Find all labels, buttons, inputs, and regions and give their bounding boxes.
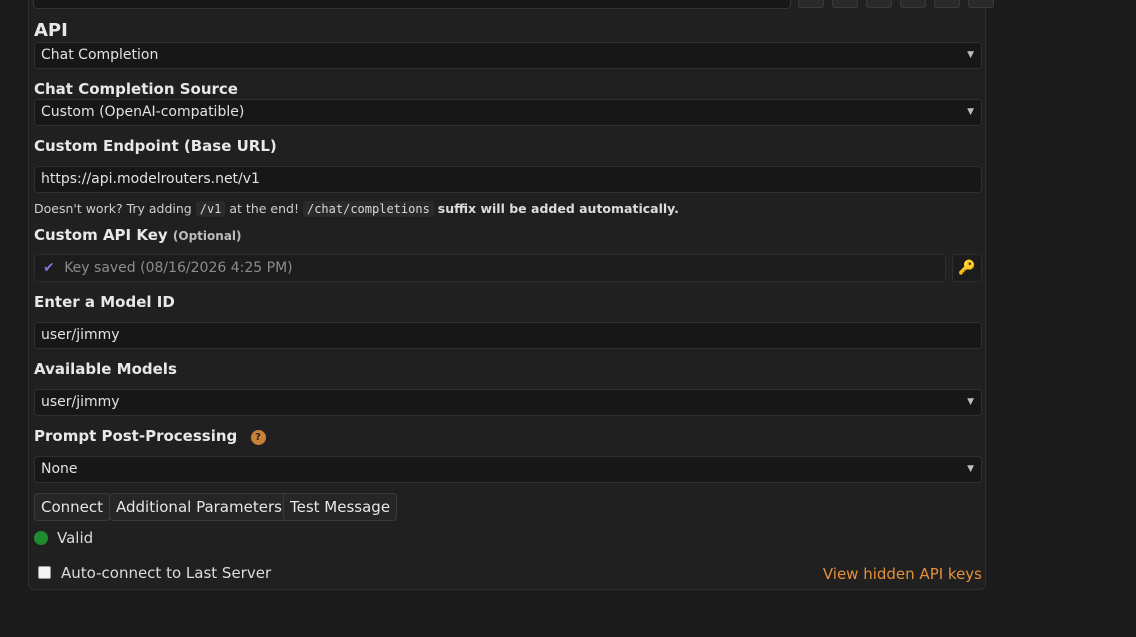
- hint-text: at the end!: [229, 201, 299, 216]
- test-message-button[interactable]: Test Message: [283, 493, 398, 521]
- endpoint-input[interactable]: https://api.modelrouters.net/v1: [34, 166, 982, 193]
- optional-tag: (Optional): [172, 229, 242, 243]
- edit-icon[interactable]: [900, 0, 926, 8]
- endpoint-label: Custom Endpoint (Base URL): [34, 137, 277, 155]
- chevron-down-icon: ▼: [967, 107, 974, 117]
- api-select-value: Chat Completion: [41, 47, 159, 63]
- save-icon[interactable]: [866, 0, 892, 8]
- model-id-value: user/jimmy: [41, 327, 120, 343]
- chevron-down-icon: ▼: [967, 50, 974, 60]
- hint-text: suffix will be added automatically.: [437, 201, 679, 216]
- additional-parameters-button[interactable]: Additional Parameters: [109, 493, 289, 521]
- hint-code-completions: /chat/completions: [302, 201, 434, 217]
- status-text: Valid: [57, 529, 94, 547]
- source-label: Chat Completion Source: [34, 80, 238, 98]
- source-select-value: Custom (OpenAI-compatible): [41, 104, 245, 120]
- profile-select[interactable]: [33, 0, 791, 9]
- auto-connect-checkbox[interactable]: [38, 566, 51, 579]
- delete-icon[interactable]: [968, 0, 994, 8]
- source-select[interactable]: Custom (OpenAI-compatible) ▼: [34, 99, 982, 126]
- api-key-label: Custom API Key (Optional): [34, 226, 242, 244]
- available-models-label: Available Models: [34, 360, 177, 378]
- chevron-down-icon: ▼: [967, 397, 974, 407]
- help-icon[interactable]: ?: [250, 430, 266, 445]
- available-models-value: user/jimmy: [41, 394, 120, 410]
- hint-code-v1: /v1: [195, 201, 226, 217]
- copy-icon[interactable]: [832, 0, 858, 8]
- key-icon[interactable]: 🔑: [952, 254, 982, 282]
- reload-icon[interactable]: [798, 0, 824, 8]
- post-processing-select[interactable]: None ▼: [34, 456, 982, 483]
- api-select[interactable]: Chat Completion ▼: [34, 42, 982, 69]
- endpoint-input-value: https://api.modelrouters.net/v1: [41, 171, 260, 187]
- api-label: API: [34, 20, 68, 41]
- post-processing-value: None: [41, 461, 78, 477]
- post-processing-label: Prompt Post-Processing ?: [34, 427, 266, 445]
- profile-toolbar: [798, 0, 994, 8]
- check-icon: ✔: [43, 260, 55, 276]
- api-key-placeholder: Key saved (08/16/2026 4:25 PM): [64, 260, 293, 276]
- endpoint-hint: Doesn't work? Try adding /v1 at the end!…: [34, 201, 679, 217]
- status-indicator: [34, 531, 48, 545]
- api-key-input[interactable]: ✔ Key saved (08/16/2026 4:25 PM): [34, 254, 946, 282]
- auto-connect-label[interactable]: Auto-connect to Last Server: [61, 564, 271, 582]
- chevron-down-icon: ▼: [967, 464, 974, 474]
- model-id-label: Enter a Model ID: [34, 293, 175, 311]
- post-processing-label-text: Prompt Post-Processing: [34, 427, 238, 445]
- view-hidden-keys-link[interactable]: View hidden API keys: [823, 565, 982, 583]
- add-icon[interactable]: [934, 0, 960, 8]
- connect-button[interactable]: Connect: [34, 493, 111, 521]
- available-models-select[interactable]: user/jimmy ▼: [34, 389, 982, 416]
- hint-text: Doesn't work? Try adding: [34, 201, 192, 216]
- model-id-input[interactable]: user/jimmy: [34, 322, 982, 349]
- api-key-label-text: Custom API Key: [34, 226, 168, 244]
